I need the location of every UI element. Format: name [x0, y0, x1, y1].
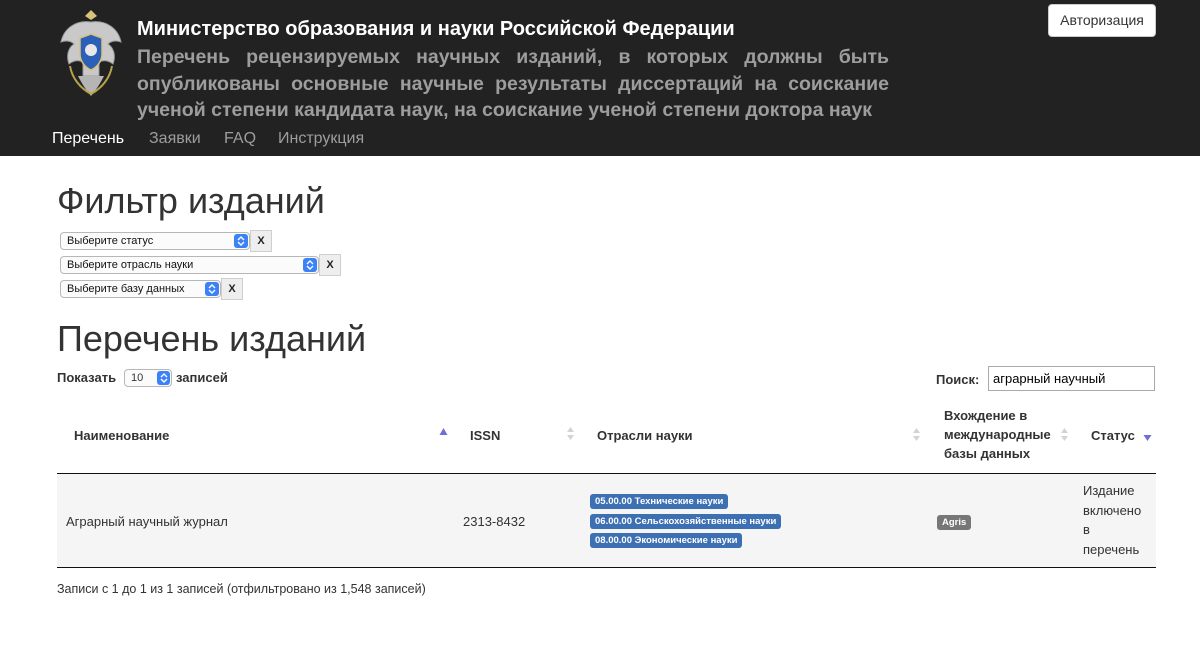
search-input[interactable] [988, 366, 1155, 391]
list-title: Перечень изданий [57, 318, 367, 359]
branch-select-value: Выберите отрасль науки [67, 259, 194, 271]
col-header-name[interactable]: Наименование [74, 426, 169, 445]
col-header-issn[interactable]: ISSN [470, 426, 500, 445]
database-clear-button[interactable]: X [221, 278, 243, 300]
col-header-databases-line: базы данных [944, 446, 1031, 461]
sort-desc-icon[interactable] [1143, 434, 1152, 442]
row-status: Издание включено в перечень [1083, 481, 1141, 559]
row-status-line: Издание [1083, 483, 1135, 498]
nav-item-list[interactable]: Перечень [52, 128, 124, 150]
branch-badge: 05.00.00 Технические науки [590, 494, 729, 509]
col-header-databases-line: Вхождение в [944, 408, 1028, 423]
page-length-select[interactable]: 10 [124, 369, 172, 387]
top-header: Министерство образования и науки Российс… [0, 0, 1200, 156]
table-bottom-divider [57, 567, 1156, 568]
nav-item-applications[interactable]: Заявки [149, 128, 201, 150]
row-status-line: включено [1083, 502, 1142, 518]
branch-badge: 08.00.00 Экономические науки [590, 533, 743, 548]
filter-title: Фильтр изданий [57, 180, 325, 221]
database-select-value: Выберите базу данных [67, 283, 185, 295]
select-arrows-icon [303, 258, 317, 272]
branch-clear-button[interactable]: X [319, 254, 341, 276]
search-label: Поиск: [936, 372, 980, 387]
table-info: Записи с 1 до 1 из 1 записей (отфильтров… [57, 582, 426, 596]
col-header-branches[interactable]: Отрасли науки [597, 426, 693, 445]
status-select[interactable]: Выберите статус [60, 232, 250, 250]
select-arrows-icon [205, 282, 219, 296]
row-name[interactable]: Аграрный научный журнал [66, 512, 228, 532]
branch-badge: 06.00.00 Сельскохозяйственные науки [590, 514, 782, 529]
col-header-databases-line: международные [944, 427, 1051, 442]
branch-select[interactable]: Выберите отрасль науки [60, 256, 319, 274]
org-title: Министерство образования и науки Российс… [137, 18, 735, 40]
row-issn: 2313-8432 [463, 514, 526, 529]
table-row[interactable]: Аграрный научный журнал 2313-8432 05.00.… [57, 474, 1156, 567]
select-arrows-icon [234, 234, 248, 248]
sort-both-icon[interactable] [566, 426, 575, 441]
row-status-line: перечень [1083, 541, 1140, 557]
show-label: Показать [57, 370, 117, 385]
database-badge: Agris [937, 515, 972, 530]
sort-both-icon[interactable] [1060, 427, 1069, 442]
sort-asc-icon[interactable] [439, 427, 448, 436]
col-header-databases[interactable]: Вхождение в международные базы данных [944, 406, 1051, 463]
records-label: записей [176, 370, 228, 385]
nav-item-instructions[interactable]: Инструкция [278, 128, 364, 150]
login-button[interactable]: Авторизация [1048, 4, 1156, 37]
status-select-value: Выберите статус [67, 235, 154, 247]
coat-of-arms-icon [56, 6, 126, 100]
database-select[interactable]: Выберите базу данных [60, 280, 221, 298]
page-length-value: 10 [131, 372, 144, 384]
nav-item-faq[interactable]: FAQ [224, 128, 256, 150]
select-arrows-icon [157, 371, 170, 385]
org-subtitle: Перечень рецензируемых научных изданий, … [137, 46, 889, 121]
col-header-status[interactable]: Статус [1091, 426, 1135, 445]
status-clear-button[interactable]: X [250, 230, 272, 252]
sort-both-icon[interactable] [912, 427, 921, 442]
row-status-line: в [1083, 522, 1090, 537]
